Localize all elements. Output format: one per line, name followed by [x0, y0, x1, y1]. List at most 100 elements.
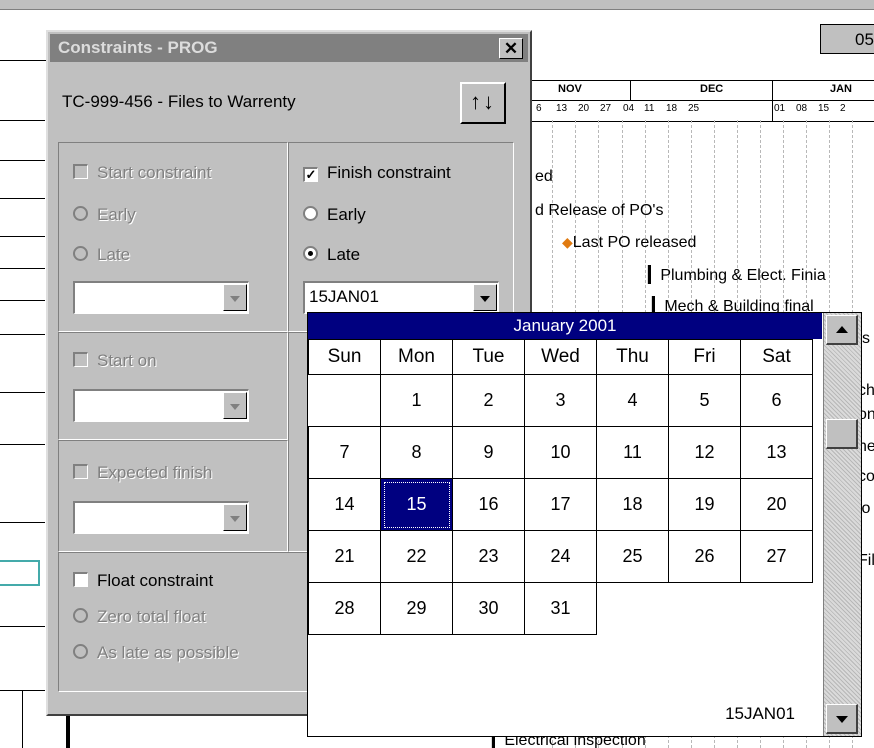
calendar-empty-cell: [309, 375, 381, 427]
calendar-day[interactable]: 12: [668, 426, 741, 479]
grid-line: [0, 334, 45, 335]
calendar-week-row: 14 15 16 17 18 19 20: [308, 478, 813, 531]
calendar-day[interactable]: 13: [740, 426, 813, 479]
ts-divider: [772, 81, 773, 121]
month-label: DEC: [700, 83, 724, 95]
grid-line: [0, 392, 45, 393]
week-label: 25: [688, 103, 700, 114]
radio-circle: [73, 246, 88, 261]
calendar-day[interactable]: 7: [308, 426, 381, 479]
calendar-day[interactable]: 31: [524, 582, 597, 635]
finish-late-radio[interactable]: Late: [303, 245, 360, 265]
calendar-day[interactable]: 18: [596, 478, 669, 531]
calendar-day[interactable]: 8: [380, 426, 453, 479]
bar-tick-icon: ▎: [648, 267, 661, 284]
chevron-down-icon[interactable]: [473, 284, 497, 311]
finish-constraint-date[interactable]: 15JAN01: [303, 281, 499, 314]
chevron-down-icon[interactable]: [223, 392, 247, 419]
checkbox-label: Start constraint: [97, 163, 212, 182]
start-on-date[interactable]: [73, 389, 249, 422]
calendar-day[interactable]: 4: [596, 374, 669, 427]
calendar-day[interactable]: 16: [452, 478, 525, 531]
activity-id-box: 05: [820, 24, 874, 54]
zero-float-radio[interactable]: Zero total float: [73, 607, 206, 627]
date-value: 15JAN01: [309, 287, 379, 306]
alap-radio[interactable]: As late as possible: [73, 643, 239, 663]
calendar-grid: Sun Mon Tue Wed Thu Fri Sat 1 2 3 4 5 6 …: [308, 339, 813, 635]
start-early-radio[interactable]: Early: [73, 205, 136, 225]
calendar-scrollbar[interactable]: [823, 313, 861, 736]
diamond-icon: ◆: [562, 234, 573, 250]
calendar-day[interactable]: 24: [524, 530, 597, 583]
weekday-header: Mon: [380, 339, 453, 375]
calendar-day[interactable]: 9: [452, 426, 525, 479]
radio-circle: [303, 246, 318, 261]
expected-finish-date[interactable]: [73, 501, 249, 534]
scroll-up-icon[interactable]: [826, 315, 858, 345]
close-button[interactable]: ✕: [499, 38, 523, 59]
checkbox-label: Expected finish: [97, 463, 213, 482]
radio-label: Zero total float: [97, 607, 206, 626]
week-label: 11: [644, 103, 655, 114]
scroll-thumb[interactable]: [826, 419, 858, 449]
finish-constraint-checkbox[interactable]: ✓ Finish constraint: [303, 163, 451, 183]
calendar-day[interactable]: 5: [668, 374, 741, 427]
ts-divider: [630, 81, 631, 101]
calendar-day[interactable]: 17: [524, 478, 597, 531]
expected-finish-checkbox[interactable]: Expected finish: [73, 463, 212, 483]
calendar-week-row: 21 22 23 24 25 26 27: [308, 530, 813, 583]
calendar-day[interactable]: 20: [740, 478, 813, 531]
calendar-day[interactable]: 3: [524, 374, 597, 427]
calendar-day[interactable]: 25: [596, 530, 669, 583]
calendar-day[interactable]: 22: [380, 530, 453, 583]
scroll-down-icon[interactable]: [826, 704, 858, 734]
radio-circle: [73, 644, 88, 659]
chevron-down-icon[interactable]: [223, 504, 247, 531]
calendar-day[interactable]: 2: [452, 374, 525, 427]
start-constraint-checkbox[interactable]: Start constraint: [73, 163, 211, 183]
start-late-radio[interactable]: Late: [73, 245, 130, 265]
checkbox-label: Start on: [97, 351, 157, 370]
calendar-day[interactable]: 14: [308, 478, 381, 531]
calendar-day[interactable]: 30: [452, 582, 525, 635]
calendar-month-title: January 2001: [308, 313, 822, 339]
grid-line: [0, 444, 45, 445]
calendar-day[interactable]: 29: [380, 582, 453, 635]
dialog-titlebar[interactable]: Constraints - PROG ✕: [50, 34, 528, 62]
close-icon: ✕: [503, 39, 519, 58]
week-label: 08: [796, 103, 808, 114]
sort-button[interactable]: ↑↓: [460, 82, 506, 124]
timescale: NOV DEC JAN 6 13 20 27 04 11 18 25 01 08…: [530, 80, 874, 122]
task-row: ▎Plumbing & Elect. Finia: [648, 265, 826, 285]
expected-finish-panel: Expected finish: [58, 440, 288, 552]
week-label: 04: [623, 103, 635, 114]
checkbox-label: Finish constraint: [327, 163, 451, 182]
calendar-day[interactable]: 27: [740, 530, 813, 583]
finish-constraint-panel: ✓ Finish constraint Early Late 15JAN01: [288, 142, 514, 332]
float-constraint-checkbox[interactable]: Float constraint: [73, 571, 213, 591]
calendar-day[interactable]: 10: [524, 426, 597, 479]
start-constraint-date[interactable]: [73, 281, 249, 314]
calendar-day[interactable]: 6: [740, 374, 813, 427]
dialog-title: Constraints - PROG: [58, 38, 218, 57]
radio-label: Late: [327, 245, 361, 264]
selected-row-marker[interactable]: [0, 560, 40, 586]
calendar-empty-cell: [669, 583, 741, 635]
calendar-empty-cell: [741, 583, 813, 635]
calendar-day[interactable]: 26: [668, 530, 741, 583]
calendar-day[interactable]: 11: [596, 426, 669, 479]
calendar-day[interactable]: 19: [668, 478, 741, 531]
week-label: 13: [556, 103, 568, 114]
grid-line: [0, 236, 45, 237]
week-label: 27: [600, 103, 612, 114]
chevron-down-icon[interactable]: [223, 284, 247, 311]
finish-early-radio[interactable]: Early: [303, 205, 366, 225]
calendar-day[interactable]: 1: [380, 374, 453, 427]
calendar-day[interactable]: 23: [452, 530, 525, 583]
calendar-day[interactable]: 28: [308, 582, 381, 635]
radio-label: Late: [97, 245, 131, 264]
calendar-day[interactable]: 21: [308, 530, 381, 583]
start-on-checkbox[interactable]: Start on: [73, 351, 157, 371]
calendar-day-selected[interactable]: 15: [380, 478, 453, 531]
task-label: s: [862, 330, 870, 347]
